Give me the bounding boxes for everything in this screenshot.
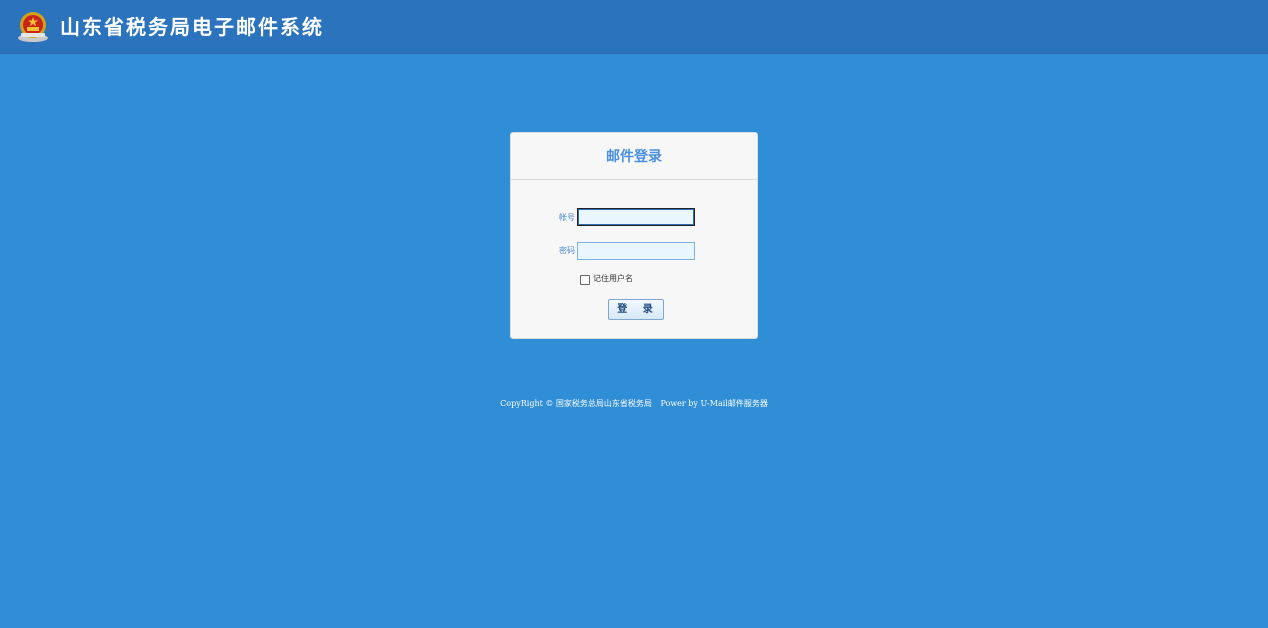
- powered-by-text: Power by U-Mail邮件服务器: [660, 399, 768, 408]
- footer: CopyRight © 国家税务总局山东省税务局 Power by U-Mail…: [0, 398, 1268, 410]
- copyright-text: CopyRight © 国家税务总局山东省税务局: [500, 399, 652, 408]
- remember-username-checkbox[interactable]: [580, 275, 590, 285]
- site-title: 山东省税务局电子邮件系统: [60, 15, 324, 39]
- account-input[interactable]: [577, 208, 695, 226]
- password-input[interactable]: [577, 242, 695, 260]
- account-label: 帐号: [559, 213, 575, 222]
- remember-username-label[interactable]: 记住用户名: [593, 274, 633, 284]
- national-emblem-icon: [18, 12, 48, 42]
- login-panel: 邮件登录 帐号 密码 记住用户名 登 录: [510, 132, 758, 339]
- panel-divider: [511, 179, 757, 180]
- top-header-bar: 山东省税务局电子邮件系统: [0, 0, 1268, 54]
- login-title: 邮件登录: [606, 149, 662, 165]
- login-button[interactable]: 登 录: [608, 299, 664, 320]
- password-label: 密码: [559, 246, 575, 255]
